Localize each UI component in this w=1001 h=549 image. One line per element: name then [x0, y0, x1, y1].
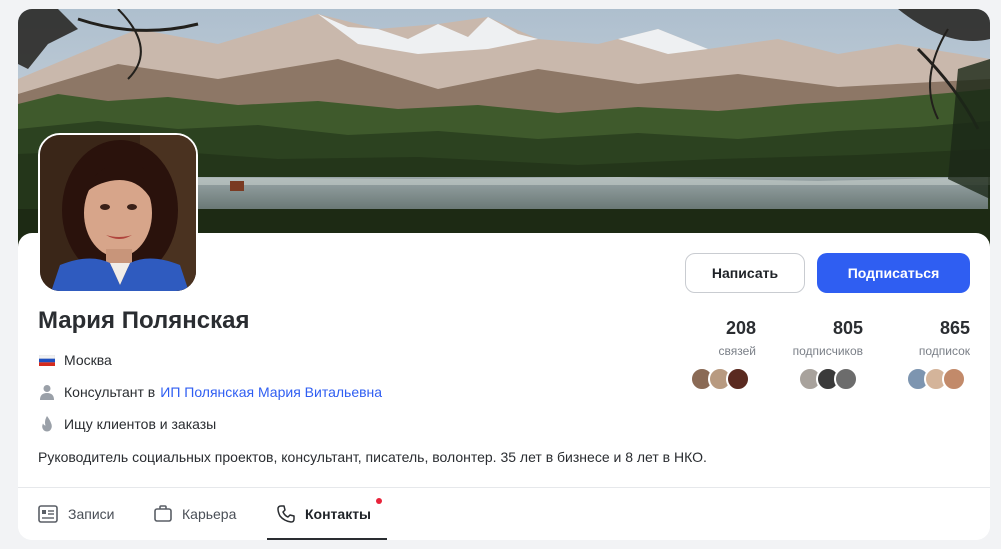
profile-card: Написать Подписаться Мария Полянская Мос… [18, 9, 990, 540]
russia-flag-icon [38, 352, 56, 368]
phone-icon [277, 504, 295, 523]
tab-career[interactable]: Карьера [154, 487, 236, 540]
document-icon [38, 504, 58, 523]
connections-avatars[interactable] [690, 367, 750, 391]
stat-followers[interactable]: 805 подписчиков [773, 318, 863, 358]
avatar[interactable] [38, 133, 198, 293]
stat-followers-label: подписчиков [792, 344, 863, 358]
city-text: Москва [64, 352, 112, 368]
person-icon [38, 384, 56, 400]
tab-contacts-label: Контакты [305, 505, 372, 522]
followers-avatars[interactable] [798, 367, 858, 391]
job-prefix: Консультант в [64, 384, 156, 400]
briefcase-icon [154, 505, 172, 522]
avatar [942, 367, 966, 391]
stat-connections-label: связей [718, 344, 756, 358]
stat-following-value: 865 [939, 318, 970, 338]
avatar [726, 367, 750, 391]
seeking-row: Ищу клиентов и заказы [38, 416, 216, 432]
tab-posts-label: Записи [68, 505, 115, 522]
stat-following-label: подписок [918, 344, 970, 358]
stat-followers-value: 805 [832, 318, 863, 338]
tab-career-label: Карьера [182, 505, 237, 522]
profile-name: Мария Полянская [38, 307, 250, 334]
city-row: Москва [38, 352, 112, 368]
stat-connections-value: 208 [725, 318, 756, 338]
tab-posts[interactable]: Записи [38, 487, 114, 540]
following-avatars[interactable] [906, 367, 966, 391]
stat-connections[interactable]: 208 связей [688, 318, 756, 358]
job-row: Консультант в ИП Полянская Мария Виталье… [38, 384, 382, 400]
avatar [834, 367, 858, 391]
stat-following[interactable]: 865 подписок [888, 318, 970, 358]
company-link[interactable]: ИП Полянская Мария Витальевна [160, 384, 382, 400]
notification-dot [376, 498, 382, 504]
write-button[interactable]: Написать [685, 253, 805, 293]
subscribe-button[interactable]: Подписаться [817, 253, 970, 293]
flame-icon [38, 416, 56, 432]
seeking-text: Ищу клиентов и заказы [64, 416, 217, 432]
bio-text: Руководитель социальных проектов, консул… [38, 449, 707, 465]
tab-contacts[interactable]: Контакты [267, 487, 387, 540]
